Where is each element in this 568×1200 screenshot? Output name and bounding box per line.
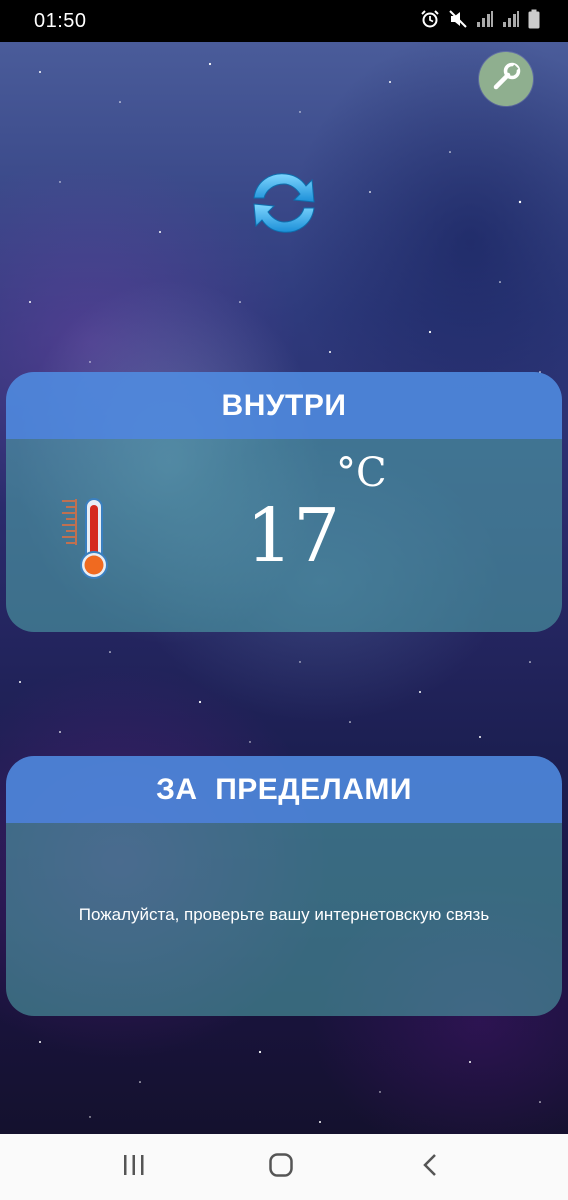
home-button[interactable]	[251, 1152, 311, 1182]
back-icon	[421, 1153, 439, 1182]
signal-icon	[502, 10, 520, 33]
recents-icon	[122, 1154, 146, 1181]
status-time: 01:50	[34, 10, 87, 32]
thermometer-icon	[58, 495, 116, 585]
inside-temperature-card: ВНУТРИ °C 17	[6, 372, 562, 632]
refresh-icon	[246, 173, 322, 244]
inside-card-body: °C 17	[6, 439, 562, 632]
refresh-button[interactable]	[246, 166, 322, 240]
navigation-bar	[0, 1134, 568, 1200]
battery-icon	[528, 9, 540, 34]
outside-card-title: ЗА ПРЕДЕЛАМИ	[6, 756, 562, 823]
status-icons	[420, 9, 540, 34]
mute-icon	[448, 9, 468, 34]
inside-temperature-value: 17	[246, 493, 341, 579]
outside-card-body: Пожалуйста, проверьте вашу интернетовску…	[6, 823, 562, 1016]
back-button[interactable]	[400, 1152, 460, 1182]
status-bar: 01:50	[0, 0, 568, 42]
settings-button[interactable]	[479, 52, 533, 106]
connection-error-message: Пожалуйста, проверьте вашу интернетовску…	[78, 905, 490, 924]
recents-button[interactable]	[104, 1152, 164, 1182]
temperature-unit: °C	[336, 450, 387, 496]
wrench-icon	[489, 60, 523, 99]
inside-card-title: ВНУТРИ	[6, 372, 562, 439]
signal-icon	[476, 10, 494, 33]
home-icon	[268, 1152, 294, 1183]
outside-temperature-card: ЗА ПРЕДЕЛАМИ Пожалуйста, проверьте вашу …	[6, 756, 562, 1016]
alarm-icon	[420, 9, 440, 34]
